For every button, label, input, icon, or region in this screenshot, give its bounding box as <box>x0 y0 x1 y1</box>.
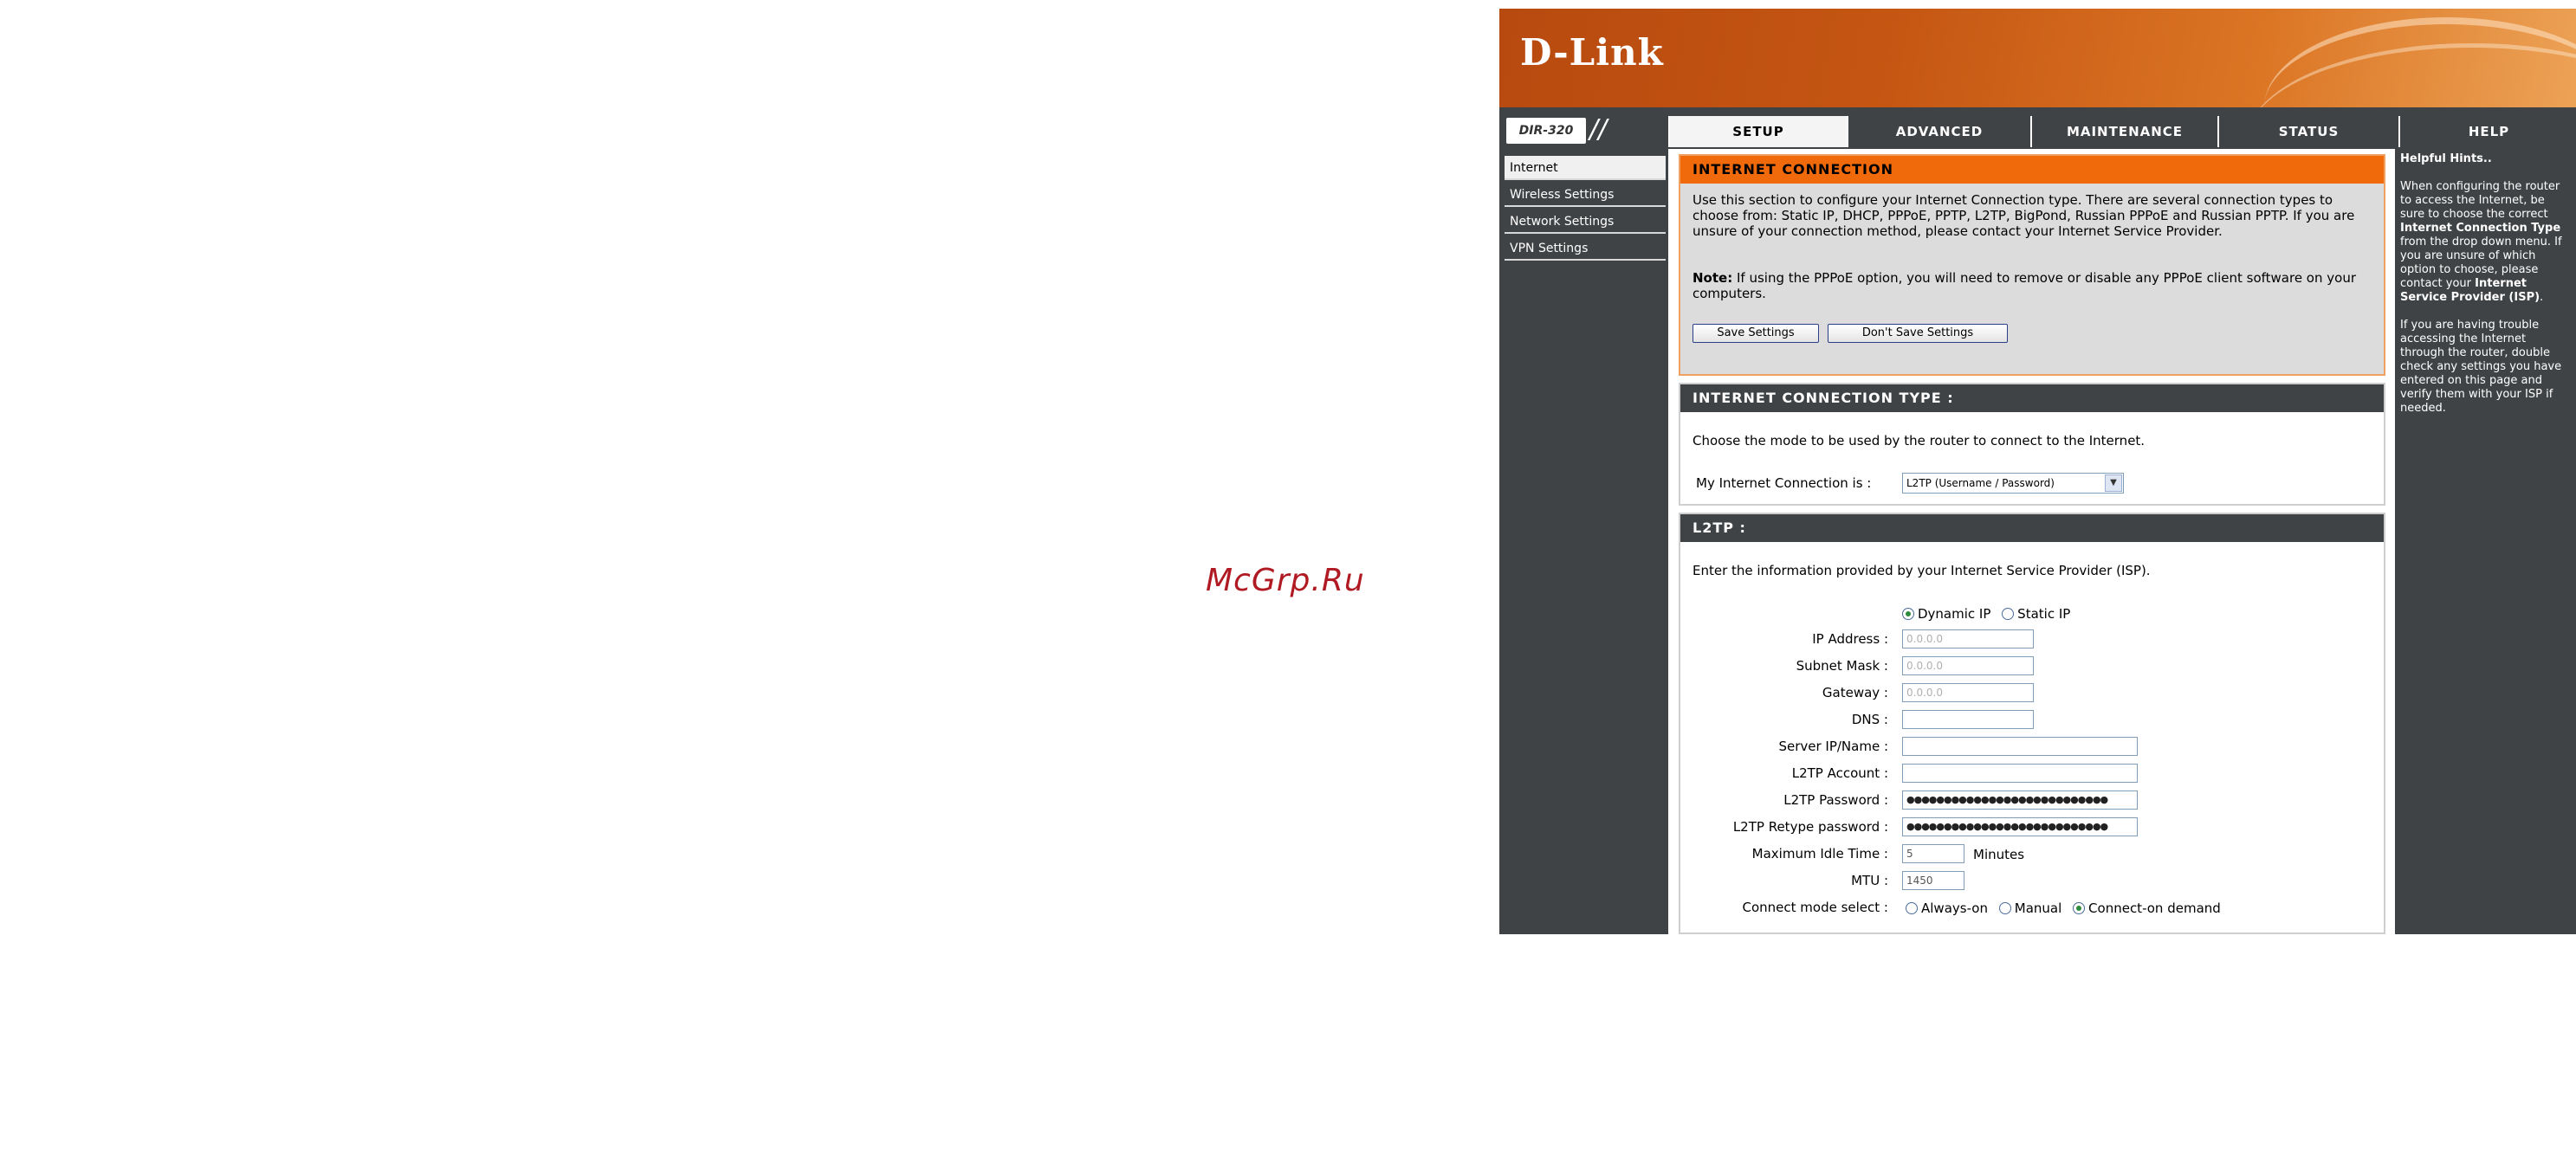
static-ip-label: Static IP <box>2017 605 2071 622</box>
help-hint-1-connection-type: Internet Connection Type <box>2400 222 2561 235</box>
l2tp-retype-password-input[interactable]: ●●●●●●●●●●●●●●●●●●●●●●●●●●● <box>1902 817 2138 836</box>
server-ip-label: Server IP/Name : <box>1778 739 1888 754</box>
internet-connection-note: Note: If using the PPPoE option, you wil… <box>1693 270 2373 301</box>
save-settings-button[interactable]: Save Settings <box>1693 324 1819 343</box>
help-panel: Helpful Hints.. When configuring the rou… <box>2395 149 2576 934</box>
mtu-label: MTU : <box>1851 873 1888 888</box>
internet-connection-panel: INTERNET CONNECTION Use this section to … <box>1679 154 2385 376</box>
l2tp-password-input[interactable]: ●●●●●●●●●●●●●●●●●●●●●●●●●●● <box>1902 790 2138 810</box>
server-ip-input[interactable] <box>1902 737 2138 756</box>
ip-address-label: IP Address : <box>1812 631 1888 647</box>
main-content: INTERNET CONNECTION Use this section to … <box>1668 149 2395 934</box>
manual-radio[interactable] <box>1998 901 2011 914</box>
idle-time-unit: Minutes <box>1973 847 2025 862</box>
model-slashes-icon: // <box>1589 114 1608 145</box>
connection-type-title: INTERNET CONNECTION TYPE : <box>1680 384 2384 412</box>
static-ip-radio[interactable] <box>2002 607 2015 620</box>
l2tp-account-input[interactable] <box>1902 764 2138 783</box>
l2tp-title: L2TP : <box>1680 514 2384 542</box>
l2tp-account-label: L2TP Account : <box>1791 765 1888 781</box>
manual-label: Manual <box>2014 900 2062 916</box>
tab-maintenance[interactable]: MAINTENANCE <box>2030 116 2217 147</box>
sidebar: Internet Wireless Settings Network Setti… <box>1499 149 1668 934</box>
tab-setup[interactable]: SETUP <box>1668 116 1847 147</box>
l2tp-retype-password-label: L2TP Retype password : <box>1732 819 1888 835</box>
l2tp-password-label: L2TP Password : <box>1783 792 1888 808</box>
dlink-logo: D-Link <box>1520 31 1664 74</box>
help-hint-2: If you are having trouble accessing the … <box>2400 319 2562 415</box>
top-navigation: DIR-320 // SETUP ADVANCED MAINTENANCE ST… <box>1499 107 2576 149</box>
internet-connection-description: Use this section to configure your Inter… <box>1693 192 2355 239</box>
model-badge: DIR-320 <box>1506 118 1586 144</box>
help-hint-1-text: When configuring the router to access th… <box>2400 180 2560 221</box>
internet-connection-title: INTERNET CONNECTION <box>1680 156 2384 184</box>
router-admin-window: D-Link DIR-320 // SETUP ADVANCED MAINTEN… <box>1499 9 2576 934</box>
connection-type-selected-value: L2TP (Username / Password) <box>1906 477 2055 489</box>
connection-type-label: My Internet Connection is : <box>1696 475 1872 491</box>
dns-input[interactable] <box>1902 710 2034 729</box>
connect-mode-label: Connect mode select : <box>1742 900 1889 915</box>
always-on-label: Always-on <box>1921 900 1988 916</box>
dns-label: DNS : <box>1851 712 1888 727</box>
connect-on-demand-radio[interactable] <box>2073 901 2086 914</box>
sidebar-item-vpn-settings[interactable]: VPN Settings <box>1505 236 1666 261</box>
connect-on-demand-label: Connect-on demand <box>2088 900 2221 916</box>
l2tp-panel: L2TP : Enter the information provided by… <box>1679 513 2385 934</box>
connection-type-select[interactable]: L2TP (Username / Password) ▼ <box>1902 473 2124 494</box>
ip-address-input[interactable]: 0.0.0.0 <box>1902 629 2034 649</box>
always-on-radio[interactable] <box>1906 901 1918 914</box>
connection-type-panel: INTERNET CONNECTION TYPE : Choose the mo… <box>1679 383 2385 506</box>
connect-mode-radio-group: Always-on Manual Connect-on demand <box>1906 899 2228 917</box>
idle-time-label: Maximum Idle Time : <box>1751 846 1888 861</box>
sidebar-item-wireless-settings[interactable]: Wireless Settings <box>1505 183 1666 207</box>
watermark: McGrp.Ru <box>1206 563 1365 598</box>
note-label: Note: <box>1693 270 1733 286</box>
connection-type-description: Choose the mode to be used by the router… <box>1693 433 2146 448</box>
chevron-down-icon[interactable]: ▼ <box>2105 474 2122 492</box>
help-title: Helpful Hints.. <box>2400 152 2492 165</box>
sidebar-item-network-settings[interactable]: Network Settings <box>1505 210 1666 234</box>
tab-status[interactable]: STATUS <box>2217 116 2398 147</box>
mtu-input[interactable]: 1450 <box>1902 871 1964 890</box>
gateway-input[interactable]: 0.0.0.0 <box>1902 683 2034 702</box>
idle-time-input[interactable]: 5 <box>1902 844 1964 863</box>
l2tp-description: Enter the information provided by your I… <box>1693 563 2151 578</box>
header-banner: D-Link <box>1499 9 2576 107</box>
help-hint-1: When configuring the router to access th… <box>2395 180 2576 305</box>
dynamic-ip-radio[interactable] <box>1902 607 1914 620</box>
ip-mode-radio-group: Dynamic IP Static IP <box>1902 604 2077 623</box>
subnet-mask-input[interactable]: 0.0.0.0 <box>1902 656 2034 675</box>
gateway-label: Gateway : <box>1822 685 1888 700</box>
help-hint-1-end: . <box>2540 291 2544 304</box>
dont-save-settings-button[interactable]: Don't Save Settings <box>1828 324 2008 343</box>
sidebar-item-internet[interactable]: Internet <box>1505 156 1666 180</box>
dynamic-ip-label: Dynamic IP <box>1918 605 1991 622</box>
tab-advanced[interactable]: ADVANCED <box>1847 116 2030 147</box>
subnet-mask-label: Subnet Mask : <box>1796 658 1888 674</box>
tab-help[interactable]: HELP <box>2398 116 2576 147</box>
note-text: If using the PPPoE option, you will need… <box>1693 270 2356 301</box>
